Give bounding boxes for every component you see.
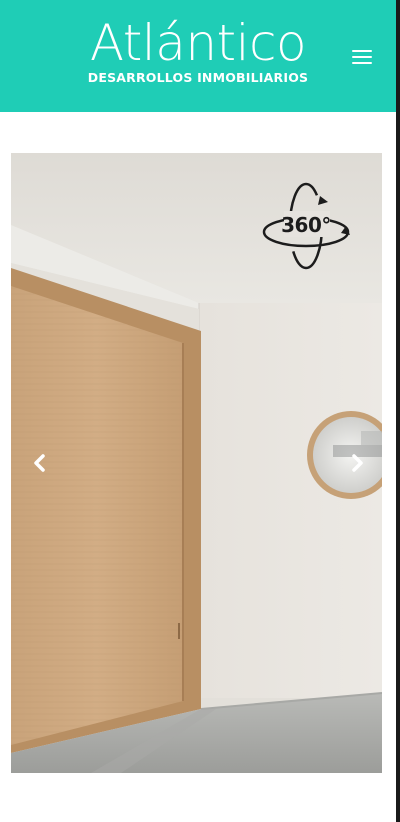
badge-360-label: 360° bbox=[281, 213, 331, 237]
page: Atlántico DESARROLLOS INMOBILIARIOS 360° bbox=[0, 0, 400, 822]
rotate-360-icon[interactable]: 360° bbox=[262, 180, 354, 272]
brand-name: Atlántico bbox=[89, 14, 307, 72]
scrollbar[interactable] bbox=[396, 0, 400, 822]
menu-line bbox=[352, 62, 372, 64]
hamburger-menu-icon[interactable] bbox=[350, 46, 376, 68]
site-header: Atlántico DESARROLLOS INMOBILIARIOS bbox=[0, 0, 400, 112]
chevron-left-icon[interactable] bbox=[26, 448, 56, 478]
menu-line bbox=[352, 50, 372, 52]
prev-arrow-graphic bbox=[34, 454, 45, 472]
next-arrow-graphic bbox=[352, 454, 363, 472]
menu-line bbox=[352, 56, 372, 58]
brand-subtitle: DESARROLLOS INMOBILIARIOS bbox=[87, 70, 309, 85]
chevron-right-icon[interactable] bbox=[341, 448, 371, 478]
brand-logo[interactable]: Atlántico DESARROLLOS INMOBILIARIOS bbox=[80, 14, 316, 85]
image-carousel[interactable]: 360° bbox=[11, 153, 382, 773]
